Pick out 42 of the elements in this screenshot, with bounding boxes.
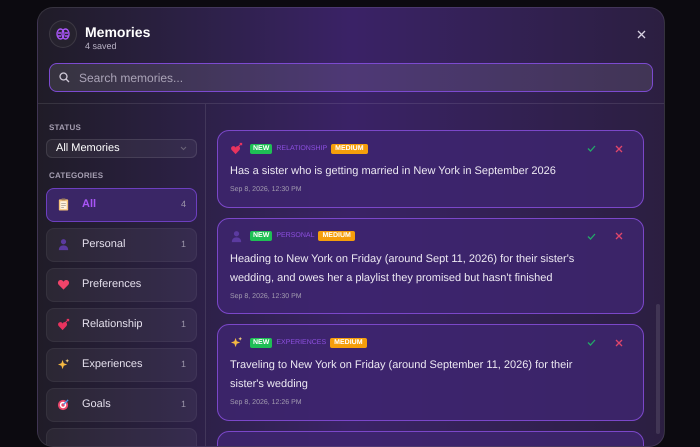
category-count: 4 (180, 198, 186, 211)
category-count: 1 (180, 238, 186, 251)
status-select[interactable]: All Memories (46, 139, 197, 158)
category-label: Experiences (82, 357, 144, 372)
memory-text: Has a sister who is getting married in New York in September 2026 (230, 164, 557, 179)
category-label: All (82, 197, 98, 212)
section-label: CATEGORIES (49, 170, 104, 182)
category-item[interactable]: Relationship 1 (46, 308, 197, 342)
heart-arrow-icon (57, 318, 70, 331)
category-label: Personal (82, 237, 126, 252)
category-item[interactable]: Personal 1 (46, 228, 197, 262)
section-label: STATUS (49, 122, 82, 134)
category-item[interactable]: Preferences (46, 268, 197, 302)
category-label: Preferences (82, 277, 142, 292)
heart-arrow-icon (230, 142, 243, 155)
brain-badge-icon (49, 20, 77, 48)
chevron-down-icon (180, 146, 187, 151)
reject-button[interactable] (613, 336, 625, 348)
window-title: Memories (85, 23, 150, 41)
sparkles-icon (230, 336, 243, 349)
person-icon (230, 230, 243, 242)
search-icon (59, 72, 70, 83)
reject-button[interactable] (613, 142, 625, 154)
close-icon (636, 30, 646, 38)
heart-icon (57, 278, 70, 291)
category-label: Relationship (82, 317, 144, 332)
sparkles-icon (57, 358, 70, 371)
target-icon (57, 398, 70, 411)
search-field[interactable]: Search memories... (49, 63, 653, 92)
category-item[interactable]: Experiences 1 (46, 348, 197, 382)
category-count: 1 (180, 398, 186, 411)
category-count: 1 (180, 358, 186, 371)
memory-text: Heading to New York on Friday (around Sept 11, 2026) for their sister's wedding, and owes her a playlist they promised but hasn't finished (230, 252, 576, 286)
category-item[interactable]: Goals 1 (46, 388, 197, 422)
category-item[interactable]: All 4 (46, 188, 197, 222)
person-icon (57, 238, 70, 251)
category-label: Goals (82, 397, 112, 412)
category-count: 1 (180, 318, 186, 331)
memory-text: Traveling to New York on Friday (around September 11, 2026) for their sister's wedding (230, 358, 574, 392)
reject-button[interactable] (613, 230, 625, 242)
saved-count: 4 saved (85, 41, 118, 52)
clipboard-icon (57, 198, 70, 211)
